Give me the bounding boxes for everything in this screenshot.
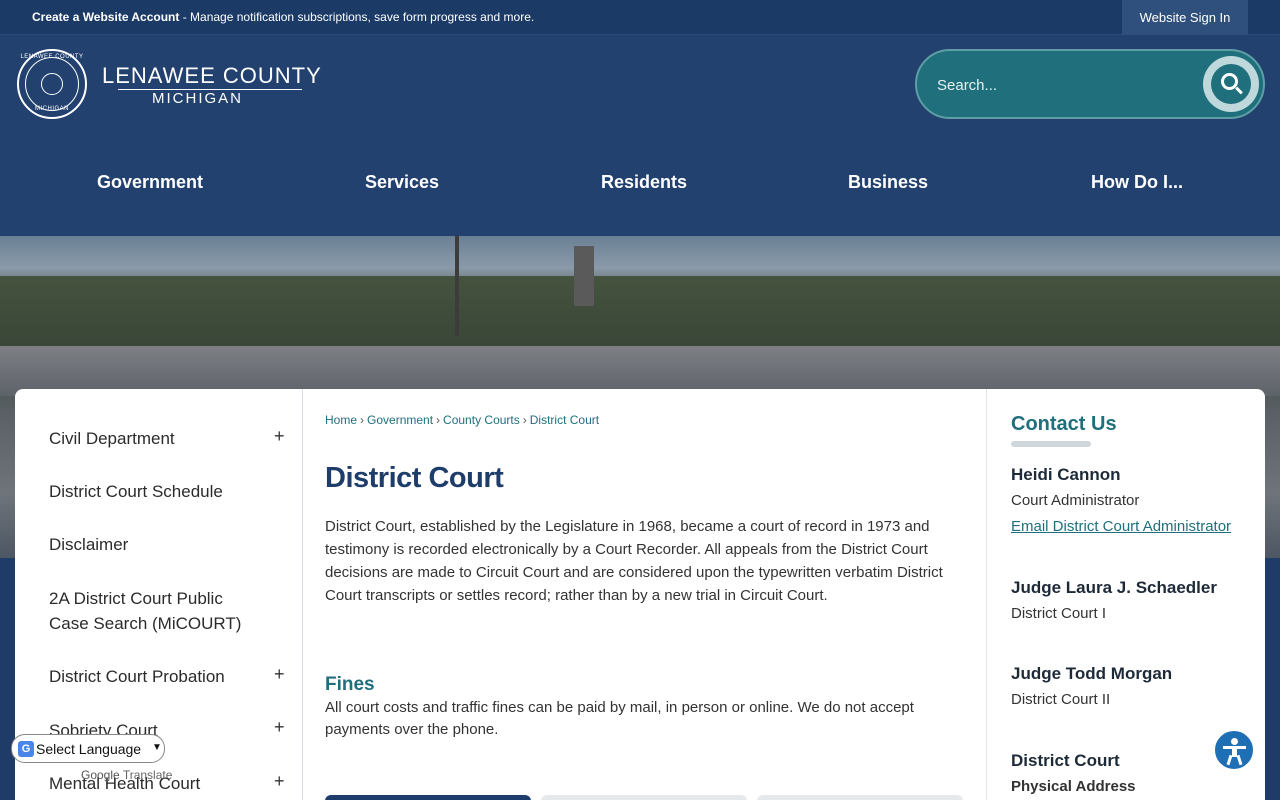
language-select-label: Select Language: [36, 741, 142, 757]
fines-heading: Fines: [325, 674, 375, 695]
sidebar-item-disclaimer[interactable]: Disclaimer: [49, 532, 249, 557]
sidebar-item-probation[interactable]: District Court Probation: [49, 664, 249, 689]
contact-role: Court Administrator: [1011, 492, 1140, 509]
tab-active[interactable]: [325, 795, 531, 800]
sidebar-item-case-search[interactable]: 2A District Court Public Case Search (Mi…: [49, 586, 249, 636]
breadcrumb-separator: ›: [522, 413, 527, 427]
sign-in-button[interactable]: Website Sign In: [1122, 0, 1248, 35]
county-seal-logo[interactable]: LENAWEE COUNTY MICHIGAN: [17, 49, 87, 119]
hero-radio-mast: [455, 236, 459, 336]
tab-inactive[interactable]: [757, 795, 963, 800]
accessibility-icon-head: [1231, 738, 1238, 745]
expand-sobriety-court-icon[interactable]: +: [274, 717, 285, 738]
expand-probation-icon[interactable]: +: [274, 664, 285, 685]
create-account-link[interactable]: Create a Website Account: [32, 10, 179, 24]
nav-services[interactable]: Services: [365, 172, 439, 193]
sidebar-item-district-court-schedule[interactable]: District Court Schedule: [49, 479, 249, 504]
contact-heading-underline: [1011, 441, 1091, 447]
tab-inactive[interactable]: [541, 795, 747, 800]
expand-civil-department-icon[interactable]: +: [274, 426, 285, 447]
contact-role: District Court I: [1011, 605, 1107, 622]
contact-name: Heidi Cannon: [1011, 465, 1121, 484]
search-input[interactable]: [937, 73, 1197, 97]
brand-title[interactable]: LENAWEE COUNTY: [102, 63, 322, 89]
content-card: Civil Department + District Court Schedu…: [15, 389, 1265, 800]
language-select[interactable]: G Select Language ▼: [11, 734, 165, 763]
contact-name: Judge Todd Morgan: [1011, 664, 1173, 683]
contact-name: District Court: [1011, 751, 1120, 770]
nav-government[interactable]: Government: [97, 172, 203, 193]
nav-residents[interactable]: Residents: [601, 172, 687, 193]
accessibility-icon-leg: [1226, 754, 1233, 766]
search-button[interactable]: [1203, 56, 1259, 112]
breadcrumb-government[interactable]: Government: [367, 413, 433, 427]
fines-paragraph: All court costs and traffic fines can be…: [325, 699, 914, 738]
site-header: LENAWEE COUNTY MICHIGAN LENAWEE COUNTY M…: [0, 35, 1280, 236]
breadcrumb-separator: ›: [360, 413, 365, 427]
account-message: Create a Website Account - Manage notifi…: [32, 10, 534, 24]
seal-bottom-text: MICHIGAN: [35, 106, 69, 112]
breadcrumb: Home › Government › County Courts › District C…: [325, 413, 599, 427]
account-message-text: - Manage notification subscriptions, sav…: [179, 10, 535, 24]
search-icon-handle: [1235, 86, 1243, 95]
search-box: [915, 49, 1265, 119]
hero-trees: [0, 276, 1280, 346]
brand-subtitle[interactable]: MICHIGAN: [152, 90, 243, 107]
nav-how-do-i[interactable]: How Do I...: [1091, 172, 1183, 193]
hero-courthouse-tower: [574, 246, 594, 306]
contact-heading: Contact Us: [1011, 413, 1117, 435]
accessibility-button[interactable]: [1213, 729, 1255, 771]
contact-role: District Court II: [1011, 691, 1111, 708]
breadcrumb-home[interactable]: Home: [325, 413, 357, 427]
expand-mental-health-court-icon[interactable]: +: [274, 771, 285, 792]
email-administrator-link[interactable]: Email District Court Administrator: [1011, 518, 1231, 535]
search-icon: [1211, 64, 1251, 104]
seal-core: [41, 73, 63, 95]
powered-by-translate[interactable]: Google Translate: [81, 768, 172, 782]
top-notification-bar: Create a Website Account - Manage notifi…: [0, 0, 1280, 35]
breadcrumb-district-court[interactable]: District Court: [530, 413, 599, 427]
contact-name: Judge Laura J. Schaedler: [1011, 578, 1217, 597]
main-nav: Government Services Residents Business H…: [0, 172, 1280, 200]
sidebar-item-civil-department[interactable]: Civil Department: [49, 426, 249, 451]
page-title: District Court: [325, 462, 504, 494]
chevron-down-icon: ▼: [152, 742, 162, 753]
google-translate-icon: G: [18, 741, 34, 757]
nav-business[interactable]: Business: [848, 172, 928, 193]
translate-word: Translate: [122, 768, 173, 782]
breadcrumb-county-courts[interactable]: County Courts: [443, 413, 520, 427]
accessibility-icon-leg: [1236, 754, 1243, 766]
contact-address-label: Physical Address: [1011, 778, 1136, 795]
intro-paragraph: District Court, established by the Legis…: [325, 518, 943, 604]
breadcrumb-separator: ›: [436, 413, 441, 427]
google-wordmark: Google: [81, 768, 120, 782]
